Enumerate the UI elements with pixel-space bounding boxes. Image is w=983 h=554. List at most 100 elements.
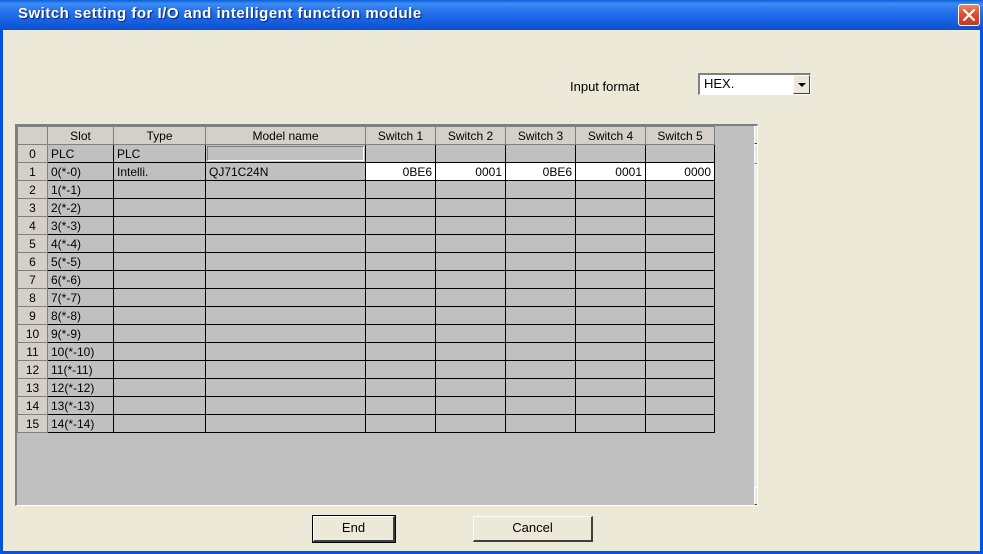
switch-1-cell (365, 180, 436, 199)
row-number: 3 (17, 198, 48, 217)
input-format-label: Input format (570, 79, 640, 94)
model-name-cell (205, 342, 366, 361)
table-row: 4 3(*-3) (17, 216, 715, 235)
model-name-cell (205, 396, 366, 415)
row-number: 8 (17, 288, 48, 307)
switch-1-cell (365, 144, 436, 163)
switch-2-cell (435, 270, 506, 289)
row-number: 15 (17, 414, 48, 433)
switch-3-cell (505, 342, 576, 361)
switch-2-cell (435, 378, 506, 397)
table-row: 2 1(*-1) (17, 180, 715, 199)
slot-cell: 10(*-10) (47, 342, 114, 361)
switch-2-cell (435, 234, 506, 253)
table-row: 11 10(*-10) (17, 342, 715, 361)
row-number: 9 (17, 306, 48, 325)
table-row: 3 2(*-2) (17, 198, 715, 217)
switch-5-cell (645, 180, 715, 199)
switch-5-cell (645, 252, 715, 271)
slot-cell: PLC (47, 144, 114, 163)
scroll-up-button[interactable] (754, 126, 757, 144)
input-format-select[interactable]: HEX. (698, 73, 811, 95)
switch-3-cell (505, 144, 576, 163)
slot-cell: 6(*-6) (47, 270, 114, 289)
switch-5-cell (645, 270, 715, 289)
scroll-thumb[interactable] (754, 144, 757, 164)
model-name-cell (205, 270, 366, 289)
slot-header: Slot (47, 126, 114, 145)
switch-2-cell (435, 288, 506, 307)
switch-3-cell[interactable]: 0BE6 (505, 162, 576, 181)
switch-2-cell (435, 252, 506, 271)
corner-header (17, 126, 48, 145)
switch-3-cell (505, 378, 576, 397)
type-cell: PLC (113, 144, 206, 163)
switch-1-cell (365, 234, 436, 253)
switch-4-cell (575, 324, 646, 343)
close-button[interactable] (958, 4, 980, 26)
table-header-row: Slot Type Model name Switch 1 Switch 2 Switch… (17, 126, 715, 145)
model-name-cell (205, 234, 366, 253)
switch-3-cell (505, 414, 576, 433)
table-row: 12 11(*-11) (17, 360, 715, 379)
slot-cell: 8(*-8) (47, 306, 114, 325)
switch-3-cell (505, 360, 576, 379)
switch-3-cell (505, 306, 576, 325)
switch-5-cell (645, 414, 715, 433)
cancel-button[interactable]: Cancel (473, 516, 593, 542)
switch-1-cell (365, 306, 436, 325)
row-number: 10 (17, 324, 48, 343)
scroll-down-button[interactable] (754, 487, 757, 505)
switch-setting-grid[interactable]: Slot Type Model name Switch 1 Switch 2 Switch… (15, 124, 758, 506)
type-cell (113, 216, 206, 235)
row-number: 7 (17, 270, 48, 289)
close-icon (963, 9, 975, 21)
model-name-cell (205, 288, 366, 307)
type-cell (113, 360, 206, 379)
switch-3-cell (505, 198, 576, 217)
switch-2-header: Switch 2 (435, 126, 506, 145)
switch-1-cell (365, 288, 436, 307)
switch-4-cell[interactable]: 0001 (575, 162, 646, 181)
type-cell (113, 198, 206, 217)
slot-cell: 14(*-14) (47, 414, 114, 433)
switch-1-cell (365, 216, 436, 235)
switch-2-cell (435, 414, 506, 433)
type-cell (113, 324, 206, 343)
switch-4-cell (575, 198, 646, 217)
row-number: 4 (17, 216, 48, 235)
switch-5-cell (645, 360, 715, 379)
vertical-scrollbar[interactable] (754, 126, 757, 505)
switch-3-cell (505, 288, 576, 307)
chevron-down-icon (798, 83, 806, 87)
switch-1-cell[interactable]: 0BE6 (365, 162, 436, 181)
end-button[interactable]: End (312, 515, 396, 543)
switch-5-cell[interactable]: 0000 (645, 162, 715, 181)
title-bar[interactable]: Switch setting for I/O and intelligent f… (0, 0, 983, 30)
switch-3-header: Switch 3 (505, 126, 576, 145)
table-row: 7 6(*-6) (17, 270, 715, 289)
switch-1-cell (365, 198, 436, 217)
input-format-dropdown-button[interactable] (793, 75, 810, 94)
switch-4-cell (575, 180, 646, 199)
switch-table: Slot Type Model name Switch 1 Switch 2 Switch… (17, 126, 715, 433)
switch-5-cell (645, 144, 715, 163)
switch-2-cell (435, 144, 506, 163)
switch-3-cell (505, 396, 576, 415)
model-name-cell (205, 324, 366, 343)
switch-3-cell (505, 216, 576, 235)
type-cell (113, 378, 206, 397)
switch-4-cell (575, 270, 646, 289)
switch-2-cell[interactable]: 0001 (435, 162, 506, 181)
switch-2-cell (435, 324, 506, 343)
slot-cell: 1(*-1) (47, 180, 114, 199)
model-name-field (207, 146, 364, 161)
slot-cell: 9(*-9) (47, 324, 114, 343)
slot-cell: 13(*-13) (47, 396, 114, 415)
table-row: 8 7(*-7) (17, 288, 715, 307)
slot-cell: 4(*-4) (47, 234, 114, 253)
slot-cell: 3(*-3) (47, 216, 114, 235)
switch-4-cell (575, 144, 646, 163)
table-row: 6 5(*-5) (17, 252, 715, 271)
row-number: 5 (17, 234, 48, 253)
